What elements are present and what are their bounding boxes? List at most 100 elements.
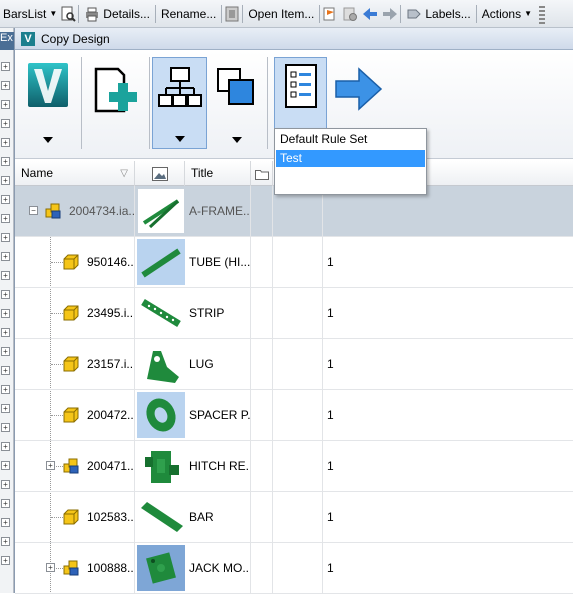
blank-cell xyxy=(273,441,323,492)
part-title: JACK MO... xyxy=(185,543,251,594)
expand-icon[interactable]: + xyxy=(1,62,10,71)
expand-icon[interactable]: + xyxy=(1,81,10,90)
replace-button[interactable] xyxy=(215,57,259,149)
expand-icon[interactable]: + xyxy=(1,214,10,223)
expand-icon[interactable]: + xyxy=(1,556,10,565)
expand-icon[interactable]: + xyxy=(1,252,10,261)
expand-icon[interactable]: + xyxy=(1,442,10,451)
app-menu-button[interactable] xyxy=(23,57,73,149)
filter-icon[interactable]: ▽ xyxy=(120,161,128,186)
column-header-folder[interactable] xyxy=(251,161,273,186)
add-document-icon xyxy=(94,67,137,113)
file-name: 100888... xyxy=(85,543,135,594)
chevron-down-icon xyxy=(43,137,53,143)
printer-icon xyxy=(86,7,99,21)
expand-icon[interactable]: + xyxy=(1,518,10,527)
table-row[interactable]: 950146... TUBE (HI... 1 xyxy=(15,237,573,288)
ribbon-divider xyxy=(81,57,82,149)
window-titlebar[interactable]: V Copy Design xyxy=(15,28,573,50)
blank-cell xyxy=(273,237,323,288)
part-thumbnail xyxy=(137,494,185,540)
quantity: 1 xyxy=(327,357,334,371)
actions-menu[interactable]: Actions ▼ xyxy=(479,3,535,25)
file-name: 23495.i... xyxy=(85,288,135,339)
label-icon xyxy=(407,9,422,18)
expand-icon[interactable]: + xyxy=(1,480,10,489)
part-thumbnail xyxy=(137,188,185,234)
flag-icon[interactable] xyxy=(322,6,338,22)
vault-v-icon xyxy=(28,63,68,107)
folder-cell xyxy=(251,339,273,390)
folder-cell xyxy=(251,441,273,492)
blank-cell xyxy=(273,288,323,339)
column-header-title-label: Title xyxy=(191,166,214,180)
tree-line xyxy=(51,364,63,365)
preview-icon[interactable] xyxy=(60,6,76,22)
rename-button[interactable]: Rename... xyxy=(158,3,219,25)
copy-design-window: V Copy Design Name ▽ Title − 2004734.ia.… xyxy=(14,28,573,594)
part-icon xyxy=(63,407,79,423)
expand-icon[interactable]: + xyxy=(1,176,10,185)
barslist-menu[interactable]: BarsList ▼ xyxy=(0,3,60,25)
details-button[interactable]: Details... xyxy=(81,3,153,25)
quantity: 1 xyxy=(327,561,334,575)
collapse-icon[interactable]: − xyxy=(29,206,38,215)
explorer-tab[interactable]: Ex xyxy=(0,32,14,50)
barslist-label: BarsList xyxy=(3,6,47,21)
tree-line xyxy=(51,517,63,518)
toolbar-divider xyxy=(475,4,477,23)
expand-icon[interactable]: + xyxy=(1,347,10,356)
expand-icon[interactable]: + xyxy=(1,138,10,147)
labels-button[interactable]: Labels... xyxy=(403,3,473,25)
add-files-button[interactable] xyxy=(87,57,145,149)
rule-set-option-default[interactable]: Default Rule Set xyxy=(276,131,425,148)
gear-icon[interactable] xyxy=(342,6,358,22)
chevron-down-icon: ▼ xyxy=(49,9,58,18)
expand-icon[interactable]: + xyxy=(1,195,10,204)
expand-icon[interactable]: + xyxy=(1,366,10,375)
forward-arrow-icon[interactable] xyxy=(382,6,398,22)
expand-icon[interactable]: + xyxy=(1,385,10,394)
quantity: 1 xyxy=(327,510,334,524)
ribbon-divider xyxy=(267,57,268,149)
expand-icon[interactable]: + xyxy=(1,423,10,432)
table-row[interactable]: + 200471... HITCH RE... 1 xyxy=(15,441,573,492)
structure-view-button[interactable] xyxy=(152,57,207,149)
rule-set-option-test[interactable]: Test xyxy=(276,150,425,167)
expand-icon[interactable]: + xyxy=(1,157,10,166)
expand-icon[interactable]: + xyxy=(1,461,10,470)
expand-icon[interactable]: + xyxy=(1,290,10,299)
document-icon[interactable] xyxy=(224,6,240,22)
expand-icon[interactable]: + xyxy=(1,309,10,318)
table-row[interactable]: 23495.i... STRIP 1 xyxy=(15,288,573,339)
expand-icon[interactable]: + xyxy=(1,119,10,128)
back-arrow-icon[interactable] xyxy=(362,6,378,22)
table-row[interactable]: + 100888... JACK MO... 1 xyxy=(15,543,573,594)
table-row[interactable]: 200472... SPACER P... 1 xyxy=(15,390,573,441)
explorer-tree-strip: Ex + + + + + + + + + + + + + + + + + + +… xyxy=(0,28,14,593)
open-item-button[interactable]: Open Item... xyxy=(245,3,317,25)
expand-icon[interactable]: + xyxy=(1,499,10,508)
assembly-icon xyxy=(63,560,79,576)
expand-icon[interactable]: + xyxy=(1,271,10,280)
expand-icon[interactable]: + xyxy=(46,461,55,470)
toolbar-grip[interactable] xyxy=(539,6,545,24)
expand-icon[interactable]: + xyxy=(1,328,10,337)
expand-icon[interactable]: + xyxy=(1,233,10,242)
expand-icon[interactable]: + xyxy=(1,100,10,109)
table-row[interactable]: 23157.i... LUG 1 xyxy=(15,339,573,390)
folder-cell xyxy=(251,492,273,543)
expand-icon[interactable]: + xyxy=(46,563,55,572)
chevron-down-icon xyxy=(174,136,185,142)
expand-icon[interactable]: + xyxy=(1,537,10,546)
column-header-title[interactable]: Title xyxy=(185,161,251,186)
column-header-thumbnail[interactable] xyxy=(135,161,185,186)
quantity: 1 xyxy=(327,306,334,320)
blank-cell xyxy=(273,543,323,594)
folder-cell xyxy=(251,186,273,237)
blank-cell xyxy=(273,492,323,543)
table-row[interactable]: 102583... BAR 1 xyxy=(15,492,573,543)
expand-icon[interactable]: + xyxy=(1,404,10,413)
overlap-squares-icon xyxy=(217,68,254,105)
column-header-name[interactable]: Name ▽ xyxy=(15,161,135,186)
